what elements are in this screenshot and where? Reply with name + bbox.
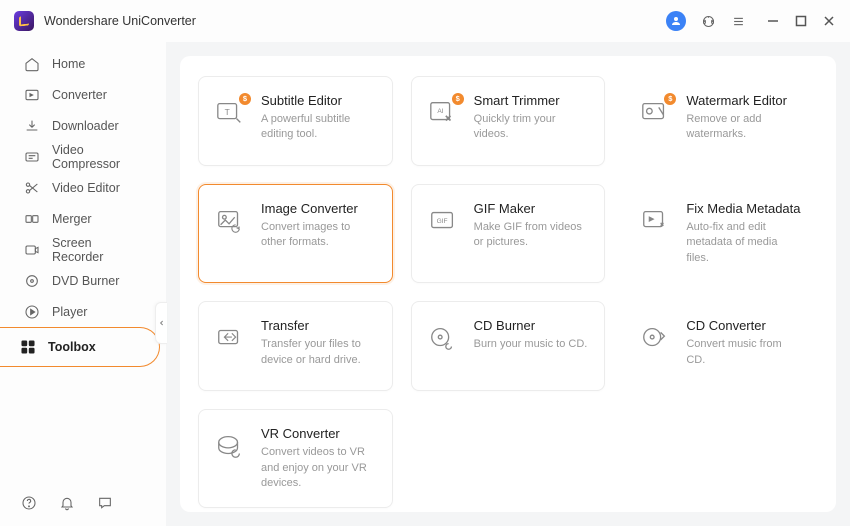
- tool-card[interactable]: VR Converter Convert videos to VR and enj…: [198, 409, 393, 508]
- titlebar: Wondershare UniConverter: [0, 0, 850, 42]
- menu-icon[interactable]: [730, 13, 746, 29]
- tool-card[interactable]: T$Subtitle EditorA powerful subtitle edi…: [198, 76, 393, 166]
- tool-icon: [213, 205, 247, 237]
- bell-icon[interactable]: [58, 494, 76, 512]
- converter-icon: [24, 87, 40, 103]
- tool-title: Transfer: [261, 318, 378, 333]
- tool-description: Burn your music to CD.: [474, 337, 591, 352]
- disc-icon: [24, 273, 40, 289]
- tool-icon: [213, 430, 247, 462]
- tool-description: Convert videos to VR and enjoy on your V…: [261, 445, 378, 491]
- tool-panel: T$Subtitle EditorA powerful subtitle edi…: [180, 56, 836, 512]
- tool-title: Watermark Editor: [686, 93, 803, 108]
- toolbox-icon: [20, 339, 36, 355]
- scissors-icon: [24, 180, 40, 196]
- app-logo: [14, 11, 34, 31]
- play-icon: [24, 304, 40, 320]
- minimize-button[interactable]: [766, 14, 780, 28]
- svg-text:GIF: GIF: [436, 218, 447, 225]
- tool-icon: T$: [213, 97, 247, 129]
- tool-description: Make GIF from videos or pictures.: [474, 220, 591, 251]
- sidebar-item-label: Toolbox: [48, 340, 96, 354]
- tool-title: CD Burner: [474, 318, 591, 333]
- svg-text:T: T: [225, 107, 230, 117]
- svg-text:AI: AI: [437, 108, 443, 115]
- sidebar-item-downloader[interactable]: Downloader: [4, 110, 162, 141]
- tool-icon: GIF: [426, 205, 460, 237]
- tool-card[interactable]: $ Watermark Editor Remove or add watermark…: [623, 76, 818, 166]
- sidebar-item-merger[interactable]: Merger: [4, 203, 162, 234]
- tool-description: Transfer your files to device or hard dr…: [261, 337, 378, 368]
- sidebar-bottom: [0, 480, 166, 526]
- tool-icon: [426, 322, 460, 354]
- recorder-icon: [24, 242, 40, 258]
- sidebar-item-converter[interactable]: Converter: [4, 79, 162, 110]
- tool-icon: $: [638, 97, 672, 129]
- tool-title: Image Converter: [261, 201, 378, 216]
- close-button[interactable]: [822, 14, 836, 28]
- account-avatar[interactable]: [666, 11, 686, 31]
- tool-title: CD Converter: [686, 318, 803, 333]
- tool-icon: [638, 205, 672, 237]
- tool-description: Convert music from CD.: [686, 337, 803, 368]
- premium-badge: $: [664, 93, 676, 105]
- tool-description: A powerful subtitle editing tool.: [261, 112, 378, 143]
- tool-description: Remove or add watermarks.: [686, 112, 803, 143]
- compressor-icon: [24, 149, 40, 165]
- feedback-icon[interactable]: [96, 494, 114, 512]
- maximize-button[interactable]: [794, 14, 808, 28]
- sidebar-item-label: Video Editor: [52, 181, 120, 195]
- tool-icon: [638, 322, 672, 354]
- sidebar-item-label: Player: [52, 305, 87, 319]
- tool-title: Fix Media Metadata: [686, 201, 803, 216]
- support-icon[interactable]: [700, 13, 716, 29]
- sidebar-item-label: Merger: [52, 212, 92, 226]
- sidebar-item-label: DVD Burner: [52, 274, 119, 288]
- sidebar-item-editor[interactable]: Video Editor: [4, 172, 162, 203]
- sidebar-item-toolbox[interactable]: Toolbox: [0, 327, 160, 367]
- tool-title: Subtitle Editor: [261, 93, 378, 108]
- tool-grid: T$Subtitle EditorA powerful subtitle edi…: [198, 76, 818, 508]
- app-title: Wondershare UniConverter: [44, 14, 196, 28]
- sidebar-item-dvd[interactable]: DVD Burner: [4, 265, 162, 296]
- premium-badge: $: [452, 93, 464, 105]
- tool-card[interactable]: Image Converter Convert images to other f…: [198, 184, 393, 283]
- tool-card[interactable]: Transfer Transfer your files to device or…: [198, 301, 393, 391]
- sidebar-item-compressor[interactable]: Video Compressor: [4, 141, 162, 172]
- collapse-sidebar-button[interactable]: [155, 302, 167, 344]
- tool-card[interactable]: GIF GIF Maker Make GIF from videos or pict…: [411, 184, 606, 283]
- sidebar: Home Converter Downloader Video Compress…: [0, 42, 166, 526]
- tool-title: GIF Maker: [474, 201, 591, 216]
- home-icon: [24, 56, 40, 72]
- merger-icon: [24, 211, 40, 227]
- sidebar-item-label: Converter: [52, 88, 107, 102]
- sidebar-item-label: Home: [52, 57, 85, 71]
- sidebar-item-player[interactable]: Player: [4, 296, 162, 327]
- titlebar-actions: [666, 11, 836, 31]
- tool-title: VR Converter: [261, 426, 378, 441]
- tool-card[interactable]: CD Burner Burn your music to CD.: [411, 301, 606, 391]
- premium-badge: $: [239, 93, 251, 105]
- tool-card[interactable]: AI$Smart TrimmerQuickly trim your videos…: [411, 76, 606, 166]
- tool-card[interactable]: CD Converter Convert music from CD.: [623, 301, 818, 391]
- sidebar-item-label: Video Compressor: [52, 143, 142, 171]
- tool-description: Auto-fix and edit metadata of media file…: [686, 220, 803, 266]
- tool-icon: [213, 322, 247, 354]
- sidebar-item-label: Screen Recorder: [52, 236, 142, 264]
- help-icon[interactable]: [20, 494, 38, 512]
- tool-icon: AI$: [426, 97, 460, 129]
- sidebar-item-recorder[interactable]: Screen Recorder: [4, 234, 162, 265]
- sidebar-item-label: Downloader: [52, 119, 119, 133]
- main-area: T$Subtitle EditorA powerful subtitle edi…: [166, 42, 850, 526]
- sidebar-item-home[interactable]: Home: [4, 48, 162, 79]
- tool-description: Convert images to other formats.: [261, 220, 378, 251]
- tool-title: Smart Trimmer: [474, 93, 591, 108]
- tool-description: Quickly trim your videos.: [474, 112, 591, 143]
- download-icon: [24, 118, 40, 134]
- tool-card[interactable]: Fix Media Metadata Auto-fix and edit meta…: [623, 184, 818, 283]
